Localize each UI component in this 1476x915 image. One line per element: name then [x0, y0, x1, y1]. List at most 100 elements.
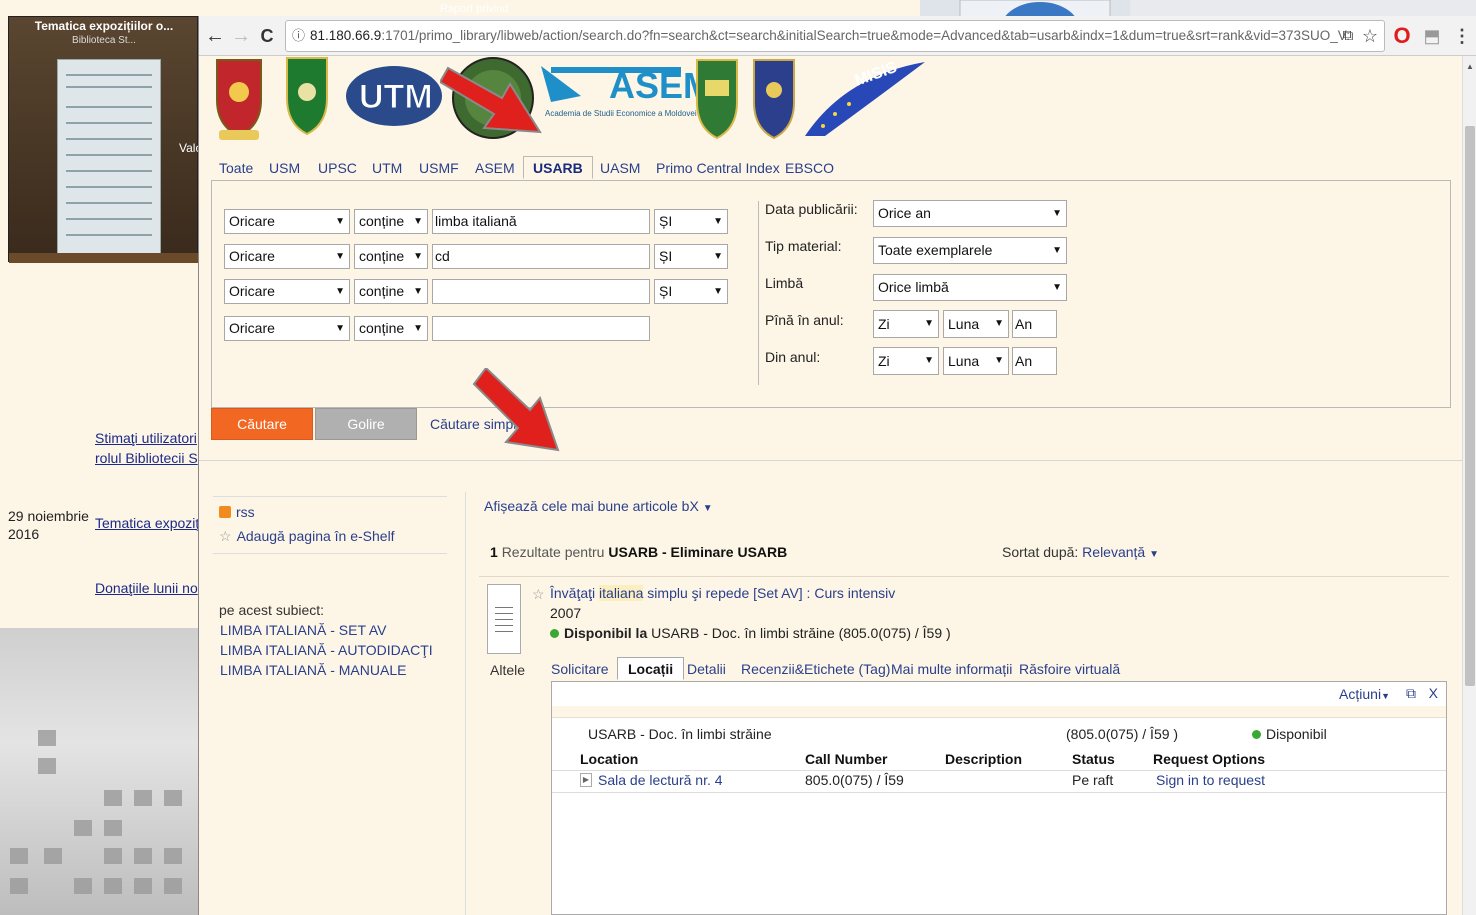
subject-link-1[interactable]: LIMBA ITALIANĂ - SET AV [220, 622, 387, 638]
language-select[interactable]: Orice limbă ▼ [873, 274, 1067, 301]
sort-label: Sortat după: [1002, 544, 1079, 560]
bool-select-2[interactable]: ȘI ▼ [654, 244, 728, 269]
search-input-2[interactable]: cd [432, 244, 650, 269]
subject-link-3[interactable]: LIMBA ITALIANĂ - MANUALE [220, 662, 406, 678]
record-availability[interactable]: Disponibil la USARB - Doc. în limbi stră… [550, 625, 951, 641]
bool-select-2-value: ȘI [659, 248, 673, 264]
operator-select-2[interactable]: conține ▼ [354, 244, 428, 269]
browser-menu-icon[interactable]: ⋮ [1451, 22, 1473, 50]
document-type-icon [487, 584, 521, 654]
tab-utm[interactable]: UTM [372, 160, 402, 176]
field-select-2[interactable]: Oricare ▼ [224, 244, 350, 269]
tab-toate[interactable]: Toate [219, 160, 253, 176]
info-icon[interactable]: ⓘ [292, 21, 305, 51]
col-header-location: Location [580, 751, 639, 767]
bookmark-star-icon[interactable]: ☆ [1359, 22, 1381, 50]
field-select-3[interactable]: Oricare ▼ [224, 279, 350, 304]
bool-select-1[interactable]: ȘI ▼ [654, 209, 728, 234]
operator-select-4[interactable]: conține ▼ [354, 316, 428, 341]
material-select[interactable]: Toate exemplarele ▼ [873, 237, 1067, 264]
record-tab-rasfoire[interactable]: Răsfoire virtuală [1019, 661, 1120, 677]
misis-logo-icon: MISIS [805, 59, 925, 136]
until-day-select[interactable]: Zi ▼ [873, 310, 939, 338]
usmf-logo-icon [452, 57, 534, 139]
background-thumbnail[interactable]: Tematica expozițiilor o... Biblioteca St… [8, 16, 206, 263]
operator-select-1[interactable]: conține ▼ [354, 209, 428, 234]
close-panel-button[interactable]: X [1429, 685, 1438, 701]
from-month-value: Luna [948, 353, 980, 369]
tab-ebsco[interactable]: EBSCO [785, 160, 834, 176]
subject-link-2[interactable]: LIMBA ITALIANĂ - AUTODIDACŢI [220, 642, 433, 658]
tab-usarb[interactable]: USARB [523, 156, 593, 179]
popout-icon[interactable]: ⧉ [1406, 685, 1416, 702]
operator-select-2-value: conține [359, 248, 405, 264]
background-link-2[interactable]: rolul Bibliotecii S [95, 450, 198, 466]
chevron-down-icon: ▼ [994, 355, 1004, 366]
from-day-select[interactable]: Zi ▼ [873, 347, 939, 375]
tab-primo-central-index[interactable]: Primo Central Index [656, 160, 780, 176]
scrollbar-thumb[interactable] [1465, 126, 1475, 686]
background-link-3[interactable]: Tematica expoziţi [95, 515, 202, 531]
search-input-3[interactable] [432, 279, 650, 304]
record-tab-solicitare[interactable]: Solicitare [551, 661, 609, 677]
background-link-4[interactable]: Donaţiile lunii no [95, 580, 198, 596]
translate-icon[interactable]: ⧉ [1337, 22, 1359, 50]
sidebar-tools: rss ☆ Adaugă pagina în e-Shelf [219, 504, 447, 546]
tab-upsc[interactable]: UPSC [318, 160, 357, 176]
url-host: 81.180.66.9 [310, 28, 382, 43]
clear-button[interactable]: Golire [315, 408, 417, 440]
forward-button[interactable]: → [229, 22, 253, 50]
background-date: 29 noiembrie 2016 [8, 507, 89, 543]
from-month-select[interactable]: Luna ▼ [943, 347, 1009, 375]
record-tab-recenzii[interactable]: Recenzii&Etichete (Tag) [741, 661, 890, 677]
address-bar[interactable]: ⓘ 81.180.66.9:1701/primo_library/libweb/… [285, 20, 1385, 52]
field-select-1[interactable]: Oricare ▼ [224, 209, 350, 234]
background-squares-decoration [0, 720, 200, 915]
search-button[interactable]: Căutare [211, 408, 313, 440]
sort-control[interactable]: Sortat după: Relevanță ▼ [1002, 544, 1159, 560]
search-box-divider [758, 201, 759, 385]
row-location-link[interactable]: Sala de lectură nr. 4 [598, 772, 723, 788]
usarb-logo-icon [696, 59, 738, 140]
tab-usm[interactable]: USM [269, 160, 300, 176]
page-scrollbar[interactable]: ▲ [1462, 56, 1476, 915]
reload-button[interactable]: C [255, 22, 279, 50]
col-header-request-options: Request Options [1153, 751, 1266, 767]
eshelf-link[interactable]: ☆ Adaugă pagina în e-Shelf [219, 528, 395, 545]
record-tab-locatii[interactable]: Locații [617, 657, 685, 680]
operator-select-3[interactable]: conține ▼ [354, 279, 428, 304]
col-header-status: Status [1072, 751, 1115, 767]
search-input-4[interactable] [432, 316, 650, 341]
field-select-4[interactable]: Oricare ▼ [224, 316, 350, 341]
chevron-down-icon: ▼ [1381, 691, 1390, 701]
sign-in-to-request-link[interactable]: Sign in to request [1156, 772, 1265, 788]
scroll-up-icon[interactable]: ▲ [1466, 62, 1474, 71]
uasm-logo-icon [753, 59, 795, 140]
bool-select-3[interactable]: ȘI ▼ [654, 279, 728, 304]
record-tab-mai-multe[interactable]: Mai multe informații [891, 661, 1012, 677]
extension-icon[interactable]: ⬒ [1421, 22, 1443, 50]
tab-usmf[interactable]: USMF [419, 160, 459, 176]
background-link-1[interactable]: Stimaţi utilizatori [95, 430, 197, 446]
chevron-down-icon: ▼ [1052, 208, 1062, 219]
bx-articles-link[interactable]: Afișează cele mai bune articole bX ▼ [484, 498, 713, 514]
from-year-input[interactable]: An [1012, 347, 1057, 375]
tab-asem[interactable]: ASEM [475, 160, 515, 176]
until-month-value: Luna [948, 316, 980, 332]
until-year-input[interactable]: An [1012, 310, 1057, 338]
expand-row-icon[interactable]: ▶ [580, 773, 592, 787]
add-to-eshelf-star-icon[interactable]: ☆ [532, 586, 545, 603]
rss-link[interactable]: rss [219, 504, 255, 520]
record-tab-detalii[interactable]: Detalii [687, 661, 726, 677]
search-input-1[interactable]: limba italiană [432, 209, 650, 234]
simple-search-link[interactable]: Căutare simplă [430, 416, 524, 432]
row-call-number: 805.0(075) / Î59 [805, 772, 904, 788]
pub-date-select[interactable]: Orice an ▼ [873, 200, 1067, 227]
actions-menu[interactable]: Acțiuni▼ [1339, 686, 1390, 702]
record-title-link[interactable]: Învăţaţi italiana simplu şi repede [Set … [550, 585, 895, 601]
tab-uasm[interactable]: UASM [600, 160, 640, 176]
back-button[interactable]: ← [203, 22, 227, 50]
opera-icon[interactable]: O [1391, 22, 1413, 50]
until-month-select[interactable]: Luna ▼ [943, 310, 1009, 338]
record-title-pre: Învăţaţi [550, 585, 600, 601]
